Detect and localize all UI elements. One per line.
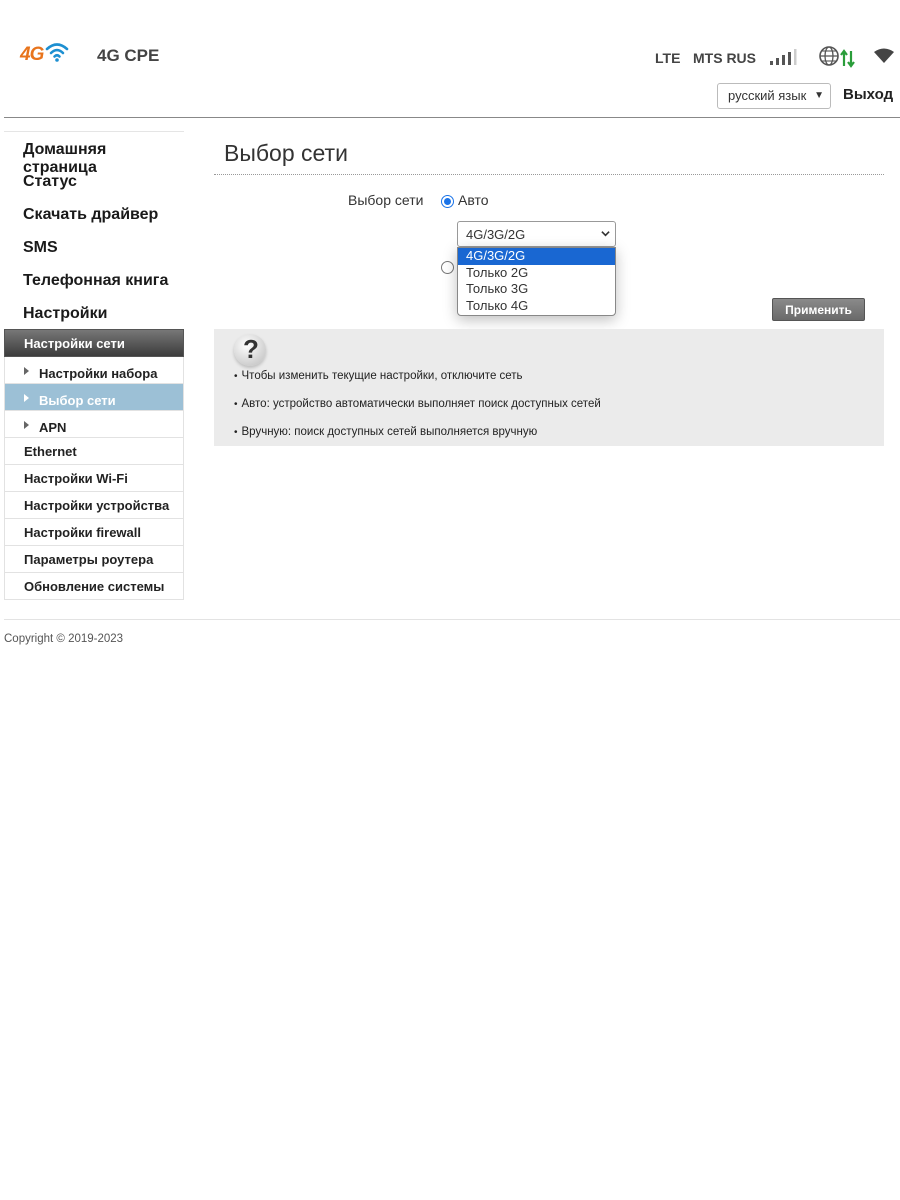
sidebar-item-device-settings[interactable]: Настройки устройства	[4, 492, 184, 519]
sidebar-item-system-update[interactable]: Обновление системы	[4, 573, 184, 600]
sidebar-item-download-driver[interactable]: Скачать драйвер	[4, 197, 184, 230]
help-panel: ? • Чтобы изменить текущие настройки, отк…	[214, 329, 884, 446]
help-line: • Чтобы изменить текущие настройки, отклю…	[234, 370, 523, 382]
sidebar-item-ethernet[interactable]: Ethernet	[4, 438, 184, 465]
auto-radio-label[interactable]: Авто	[458, 192, 489, 208]
logo-4g-badge: 4G	[20, 44, 44, 65]
sidebar-section-network-settings[interactable]: Настройки сети	[4, 329, 184, 357]
help-icon-glyph: ?	[243, 334, 259, 364]
sidebar-item-firewall-settings[interactable]: Настройки firewall	[4, 519, 184, 546]
internet-globe-icon	[819, 46, 855, 68]
sidebar-item-apn[interactable]: APN	[4, 411, 184, 438]
language-select[interactable]: русский язык ▼	[717, 83, 831, 109]
sidebar-item-phonebook[interactable]: Телефонная книга	[4, 263, 184, 296]
signal-strength-icon	[770, 49, 797, 65]
sidebar-item-label: APN	[39, 419, 67, 435]
chevron-down-icon: ▼	[814, 90, 824, 101]
caret-right-icon	[24, 393, 29, 402]
caret-right-icon	[24, 420, 29, 429]
operator-name: MTS RUS	[693, 50, 756, 66]
network-mode-select[interactable]: 4G/3G/2G	[457, 221, 616, 247]
chevron-down-icon	[601, 231, 610, 237]
help-text: Авто: устройство автоматически выполняет…	[241, 398, 601, 410]
sidebar-item-network-selection[interactable]: Выбор сети	[4, 384, 184, 411]
manual-radio[interactable]	[441, 261, 454, 274]
bullet-icon: •	[234, 427, 238, 438]
bullet-icon: •	[234, 371, 238, 382]
network-mode-select-value: 4G/3G/2G	[466, 227, 526, 242]
dropdown-option-2g-only[interactable]: Только 2G	[458, 265, 615, 282]
help-icon: ?	[234, 334, 266, 366]
auto-radio[interactable]	[441, 195, 454, 208]
apply-button[interactable]: Применить	[772, 298, 865, 321]
sidebar: Домашняя страница Статус Скачать драйвер…	[4, 131, 184, 600]
caret-right-icon	[24, 366, 29, 375]
logo: 4G	[20, 43, 69, 66]
bullet-icon: •	[234, 399, 238, 410]
dropdown-option-4g-only[interactable]: Только 4G	[458, 298, 615, 315]
page-title: Выбор сети	[224, 140, 348, 166]
dropdown-option-3g-only[interactable]: Только 3G	[458, 281, 615, 298]
copyright: Copyright © 2019-2023	[4, 633, 124, 645]
title-divider	[214, 174, 884, 175]
dropdown-option-4g3g2g[interactable]: 4G/3G/2G	[458, 248, 615, 265]
sidebar-item-label: Настройки набора	[39, 365, 158, 381]
sidebar-item-label: Выбор сети	[39, 392, 116, 408]
sidebar-item-home[interactable]: Домашняя страница	[4, 131, 184, 176]
network-mode-dropdown: 4G/3G/2G Только 2G Только 3G Только 4G	[457, 247, 616, 316]
sidebar-item-settings[interactable]: Настройки	[4, 296, 184, 329]
help-line: • Авто: устройство автоматически выполняе…	[234, 398, 601, 410]
help-text: Чтобы изменить текущие настройки, отключ…	[241, 370, 523, 382]
wifi-status-icon	[874, 48, 894, 63]
footer-divider	[4, 619, 900, 620]
sidebar-item-router-parameters[interactable]: Параметры роутера	[4, 546, 184, 573]
network-type: LTE	[655, 50, 681, 66]
network-selection-label: Выбор сети	[348, 192, 424, 208]
logout-link[interactable]: Выход	[843, 86, 893, 103]
sidebar-item-wifi-settings[interactable]: Настройки Wi-Fi	[4, 465, 184, 492]
language-select-value: русский язык	[728, 88, 807, 103]
product-title: 4G CPE	[97, 46, 160, 65]
header-divider	[4, 117, 900, 118]
help-line: • Вручную: поиск доступных сетей выполняе…	[234, 426, 537, 438]
wifi-logo-icon	[46, 43, 69, 62]
sidebar-item-dial-settings[interactable]: Настройки набора	[4, 357, 184, 384]
sidebar-item-sms[interactable]: SMS	[4, 230, 184, 263]
help-text: Вручную: поиск доступных сетей выполняет…	[241, 426, 538, 438]
